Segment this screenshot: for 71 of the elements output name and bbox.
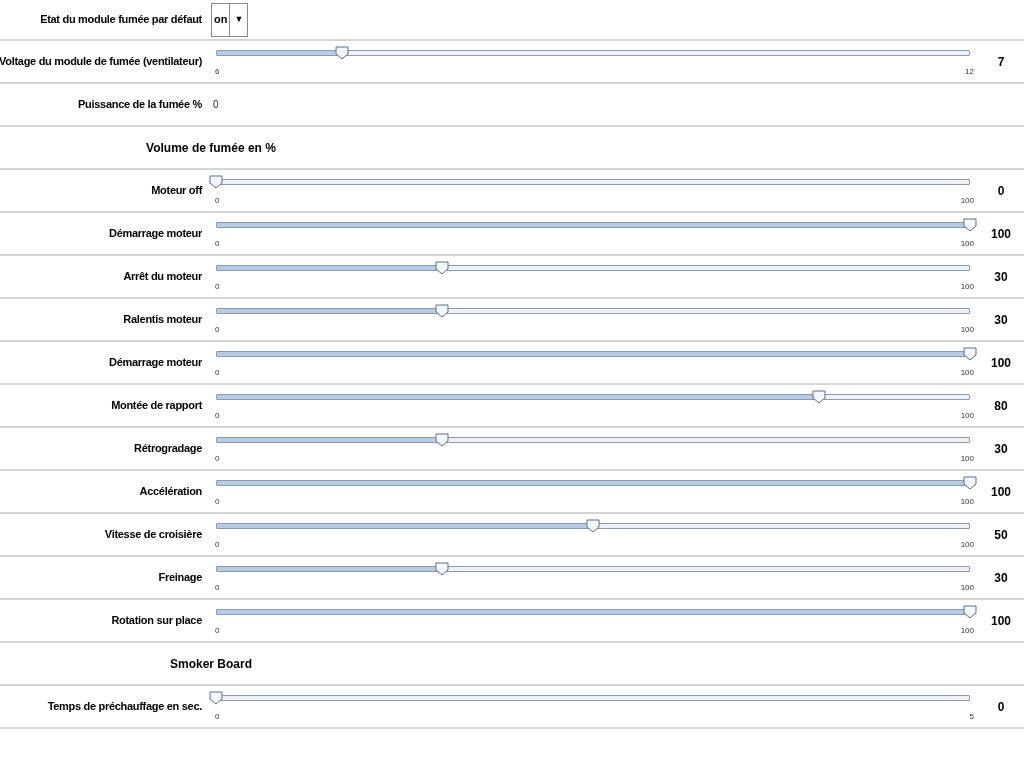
field-label: Voltage du module de fumée (ventilateur) (0, 54, 202, 70)
max-tick-label: 12 (965, 66, 974, 78)
field-label: Rétrogradage (134, 441, 202, 457)
min-tick-label: 0 (215, 625, 220, 637)
min-tick-label: 0 (215, 453, 220, 465)
section-heading: Smoker Board (170, 655, 252, 673)
slider-value: 30 (994, 569, 1008, 587)
field-label: Freinage (158, 570, 202, 586)
field-label: Moteur off (151, 183, 202, 199)
min-tick-label: 0 (215, 324, 220, 336)
power-value: 0 (213, 98, 219, 112)
slider-thumb[interactable] (209, 175, 223, 189)
slider-value: 100 (991, 612, 1011, 630)
slider-thumb[interactable] (435, 304, 450, 318)
max-tick-label: 100 (960, 539, 974, 551)
min-tick-label: 0 (215, 410, 220, 422)
max-tick-label: 100 (960, 324, 974, 336)
min-tick-label: 0 (215, 367, 220, 379)
max-tick-label: 100 (960, 625, 974, 637)
slider-value: 30 (994, 268, 1008, 286)
slider-value: 100 (991, 354, 1011, 372)
max-tick-label: 100 (960, 582, 974, 594)
field-label: Montée de rapport (111, 398, 202, 414)
field-label: Démarrage moteur (109, 226, 202, 242)
field-label: Ralentis moteur (123, 312, 202, 328)
slider-value: 0 (997, 182, 1005, 200)
slider-thumb[interactable] (812, 390, 827, 404)
slider-value: 50 (994, 526, 1008, 544)
max-tick-label: 100 (960, 496, 974, 508)
min-tick-label: 6 (215, 66, 220, 78)
min-tick-label: 0 (215, 582, 220, 594)
min-tick-label: 0 (215, 539, 220, 551)
slider-value: 30 (994, 440, 1008, 458)
min-tick-label: 0 (215, 238, 220, 250)
slider-thumb[interactable] (963, 218, 977, 232)
max-tick-label: 100 (960, 195, 974, 207)
max-tick-label: 100 (960, 367, 974, 379)
max-tick-label: 100 (960, 281, 974, 293)
field-label: Accélération (139, 484, 202, 500)
min-tick-label: 0 (215, 281, 220, 293)
max-tick-label: 100 (960, 453, 974, 465)
max-tick-label: 100 (960, 410, 974, 422)
dropdown[interactable]: on ▼ (211, 2, 249, 37)
slider-value: 7 (997, 53, 1005, 71)
field-label: Etat du module fumée par défaut (40, 12, 202, 28)
slider-value: 0 (997, 698, 1005, 716)
slider-value: 30 (994, 311, 1008, 329)
section-heading: Volume de fumée en % (146, 139, 276, 157)
slider-thumb[interactable] (963, 605, 977, 619)
field-label: Temps de préchauffage en sec. (47, 699, 202, 715)
field-label: Arrêt du moteur (123, 269, 202, 285)
slider-thumb[interactable] (209, 691, 223, 705)
field-label: Puissance de la fumée % (78, 97, 202, 113)
min-tick-label: 0 (215, 711, 220, 723)
max-tick-label: 100 (960, 238, 974, 250)
max-tick-label: 5 (969, 711, 974, 723)
slider-thumb[interactable] (435, 562, 450, 576)
slider-thumb[interactable] (435, 261, 450, 275)
field-label: Rotation sur place (111, 613, 202, 629)
min-tick-label: 0 (215, 496, 220, 508)
slider-thumb[interactable] (963, 347, 977, 361)
field-label: Vitesse de croisière (104, 527, 202, 543)
field-label: Démarrage moteur (109, 355, 202, 371)
min-tick-label: 0 (215, 195, 220, 207)
slider-thumb[interactable] (586, 519, 600, 533)
slider-value: 100 (991, 483, 1011, 501)
slider-value: 100 (991, 225, 1011, 243)
slider-value: 80 (994, 397, 1008, 415)
slider-thumb[interactable] (963, 476, 977, 490)
slider-thumb[interactable] (435, 433, 450, 447)
slider-thumb[interactable] (334, 46, 349, 60)
